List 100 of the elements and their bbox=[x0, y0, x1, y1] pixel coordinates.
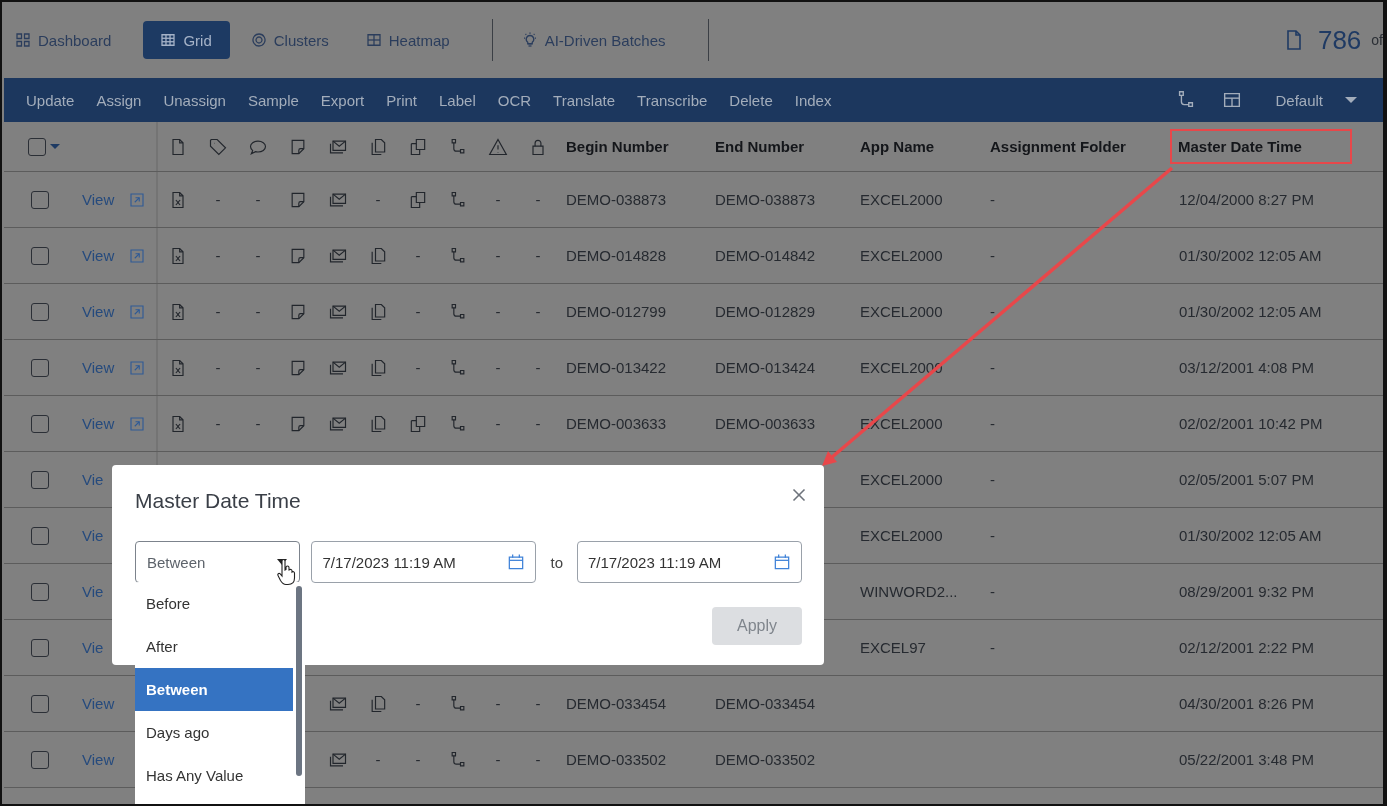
table-cell: - bbox=[990, 247, 995, 264]
row-checkbox[interactable] bbox=[31, 302, 49, 321]
table-cell: DEMO-033502 bbox=[566, 751, 667, 768]
table-cell: DEMO-038873 bbox=[566, 191, 667, 208]
toolbar-action[interactable]: Sample bbox=[239, 91, 307, 109]
date-field[interactable]: 7/17/2023 11:19 AM bbox=[311, 541, 537, 583]
nav-tab[interactable]: Heatmap bbox=[360, 21, 466, 59]
toolbar-action[interactable]: OCR bbox=[489, 91, 540, 109]
table-cell: - bbox=[990, 359, 995, 376]
dropdown-option[interactable]: Before bbox=[135, 582, 293, 625]
dropdown-option[interactable]: After bbox=[135, 625, 293, 668]
row-checkbox[interactable] bbox=[31, 750, 49, 769]
select-all-checkbox[interactable] bbox=[28, 137, 46, 156]
date-field[interactable]: 7/17/2023 11:19 AM bbox=[577, 541, 802, 583]
toolbar-action[interactable]: Label bbox=[431, 91, 484, 109]
table-cell: DEMO-012829 bbox=[715, 303, 816, 320]
operator-select[interactable]: Between bbox=[135, 541, 301, 583]
nav-tab[interactable]: Dashboard bbox=[10, 21, 128, 59]
table-cell: DEMO-014828 bbox=[566, 247, 667, 264]
dropdown-option[interactable]: Days ago bbox=[135, 711, 293, 754]
table-cell: - bbox=[990, 191, 995, 208]
dropdown-option[interactable]: Has Any Value bbox=[135, 754, 293, 797]
row-checkbox[interactable] bbox=[31, 246, 49, 265]
table-cell: - bbox=[215, 247, 221, 264]
scrollbar[interactable] bbox=[296, 586, 302, 776]
table-cell: 03/12/2001 4:08 PM bbox=[1179, 359, 1315, 376]
table-cell: - bbox=[535, 191, 541, 208]
row-checkbox[interactable] bbox=[31, 470, 49, 489]
column-header[interactable]: End Number bbox=[715, 138, 805, 155]
dropdown-option[interactable]: Between bbox=[135, 668, 293, 711]
table-cell: EXCEL2000 bbox=[860, 527, 943, 544]
table-cell: DEMO-033454 bbox=[715, 695, 816, 712]
copy-icon bbox=[408, 189, 428, 210]
calendar-icon[interactable] bbox=[772, 552, 792, 572]
toolbar-action[interactable]: Export bbox=[312, 91, 373, 109]
table-cell: 01/30/2002 12:05 AM bbox=[1179, 527, 1322, 544]
table-cell: - bbox=[535, 695, 541, 712]
table-cell: DEMO-013422 bbox=[566, 359, 667, 376]
table-cell: EXCEL2000 bbox=[860, 191, 943, 208]
column-header[interactable]: App Name bbox=[860, 138, 935, 155]
row-checkbox[interactable] bbox=[31, 358, 49, 377]
toolbar-action[interactable]: Print bbox=[378, 91, 425, 109]
table-cell: - bbox=[375, 751, 381, 768]
nav-tab[interactable]: AI-Driven Batches bbox=[516, 21, 682, 59]
table-cell: EXCEL2000 bbox=[860, 303, 943, 320]
table-cell: 04/30/2001 8:26 PM bbox=[1179, 695, 1315, 712]
table-cell: - bbox=[415, 303, 421, 320]
table-cell: - bbox=[415, 359, 421, 376]
toolbar-action[interactable]: Translate bbox=[545, 91, 624, 109]
table-cell: - bbox=[495, 415, 501, 432]
table-cell: - bbox=[495, 191, 501, 208]
nav-tab[interactable]: Clusters bbox=[245, 21, 345, 59]
row-checkbox[interactable] bbox=[31, 638, 49, 657]
table-cell: 02/02/2001 10:42 PM bbox=[1179, 415, 1323, 432]
table-cell: 05/22/2001 3:48 PM bbox=[1179, 751, 1315, 768]
table-cell: - bbox=[375, 191, 381, 208]
view-select[interactable]: Default bbox=[1269, 90, 1363, 110]
table-cell: - bbox=[215, 359, 221, 376]
toolbar-action[interactable]: Index bbox=[786, 91, 840, 109]
table-cell: - bbox=[990, 303, 995, 320]
toolbar-action[interactable]: Update bbox=[18, 91, 83, 109]
toolbar-action[interactable]: Delete bbox=[721, 91, 781, 109]
row-checkbox[interactable] bbox=[31, 526, 49, 545]
row-checkbox[interactable] bbox=[31, 582, 49, 601]
table-cell: - bbox=[535, 359, 541, 376]
table-cell: - bbox=[215, 303, 221, 320]
nav-tab[interactable]: Grid bbox=[143, 21, 230, 59]
ring-icon bbox=[249, 31, 268, 49]
row-checkbox[interactable] bbox=[31, 414, 49, 433]
table-cell: - bbox=[495, 247, 501, 264]
table-cell: - bbox=[990, 639, 995, 656]
caret-icon[interactable] bbox=[50, 144, 60, 149]
column-header[interactable]: Master Date Time bbox=[1170, 129, 1352, 164]
row-checkbox[interactable] bbox=[31, 694, 49, 713]
document-count: 786 bbox=[1317, 24, 1362, 56]
table-cell: - bbox=[990, 415, 995, 432]
table-cell: - bbox=[255, 191, 261, 208]
column-header[interactable]: Assignment Folder bbox=[990, 138, 1126, 155]
table-cell: DEMO-038873 bbox=[715, 191, 816, 208]
table-cell: EXCEL2000 bbox=[860, 471, 943, 488]
row-checkbox[interactable] bbox=[31, 190, 49, 209]
table-cell: - bbox=[495, 695, 501, 712]
table-cell: - bbox=[990, 527, 995, 544]
table-cell: - bbox=[535, 415, 541, 432]
table-cell: EXCEL97 bbox=[860, 639, 926, 656]
table-cell: 08/29/2001 9:32 PM bbox=[1179, 583, 1315, 600]
table-cell: 02/12/2001 2:22 PM bbox=[1179, 639, 1315, 656]
table-cell: - bbox=[990, 583, 995, 600]
column-header[interactable]: Begin Number bbox=[566, 138, 669, 155]
toolbar-action[interactable]: Unassign bbox=[155, 91, 234, 109]
grid-icon bbox=[159, 31, 178, 49]
dashboard-icon bbox=[14, 31, 32, 49]
table-cell: DEMO-014842 bbox=[715, 247, 816, 264]
table-cell: - bbox=[990, 471, 995, 488]
grid-icon bbox=[364, 31, 383, 49]
table-cell: 12/04/2000 8:27 PM bbox=[1179, 191, 1315, 208]
copy-icon bbox=[408, 136, 428, 157]
table-cell: DEMO-033454 bbox=[566, 695, 667, 712]
toolbar-action[interactable]: Transcribe bbox=[629, 91, 716, 109]
toolbar-action[interactable]: Assign bbox=[88, 91, 150, 109]
